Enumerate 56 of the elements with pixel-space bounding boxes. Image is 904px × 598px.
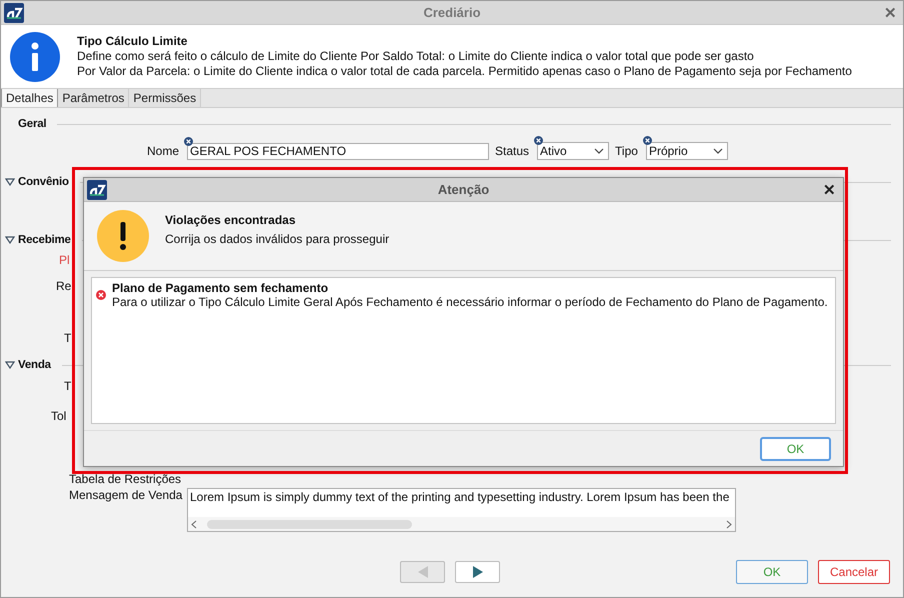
horizontal-scrollbar[interactable] <box>188 517 735 531</box>
field-label: Tol <box>51 409 66 423</box>
close-button[interactable]: ✕ <box>884 4 897 22</box>
next-button[interactable] <box>455 561 500 583</box>
dropdown-value: Próprio <box>648 144 688 158</box>
info-icon <box>10 32 60 82</box>
dropdown-value: Ativo <box>540 144 567 158</box>
tab[interactable]: Detalhes <box>1 89 58 107</box>
text-area[interactable]: Lorem Ipsum is simply dummy text of the printing and typesetting industry. Lorem Ipsum has been the <box>187 488 736 532</box>
expand-icon[interactable] <box>5 178 15 186</box>
triangle-right-icon <box>472 565 484 579</box>
dialog-title: Atenção <box>438 182 490 197</box>
chevron-down-icon <box>712 148 723 154</box>
ok-button[interactable]: OK <box>760 436 831 460</box>
field-label: T <box>64 379 72 393</box>
warning-icon <box>97 210 149 262</box>
dialog-message: Corrija os dados inválidos para prosseguir <box>165 232 390 246</box>
logo-icon <box>87 180 107 200</box>
dropdown[interactable]: Próprio <box>646 142 728 160</box>
field-label: Status <box>495 144 530 158</box>
logo-icon <box>4 2 24 22</box>
info-text: Define como será feito o cálculo de Limite do Cliente Por Saldo Total: o Limite do Cliente indica o valor total que pode ser gasto <box>77 49 755 64</box>
scroll-left-icon[interactable] <box>191 520 197 528</box>
tab[interactable]: Permissões <box>129 89 202 107</box>
text-area-value: Lorem Ipsum is simply dummy text of the printing and typesetting industry. Lorem Ipsum has been the <box>189 489 730 506</box>
info-title: Tipo Cálculo Limite <box>77 34 188 49</box>
dialog-heading: Violações encontradas <box>165 213 296 227</box>
field-label: Tipo <box>615 144 638 158</box>
close-button[interactable]: ✕ <box>823 180 836 198</box>
scroll-right-icon[interactable] <box>726 520 732 528</box>
triangle-left-icon <box>416 565 428 579</box>
field-label: T <box>64 331 72 345</box>
tab[interactable]: Parâmetros <box>58 89 130 107</box>
cancel-button[interactable]: Cancelar <box>818 560 890 584</box>
required-icon <box>642 136 652 145</box>
section-title: Venda <box>18 359 51 371</box>
info-text: Por Valor da Parcela: o Limite do Cliente indica o valor total de cada parcela. Permitido apenas caso o Plano de Pagamento seja por Fechamento <box>77 64 852 79</box>
error-icon <box>96 290 106 300</box>
field-label: Nome <box>147 144 180 158</box>
expand-icon[interactable] <box>5 361 15 369</box>
chevron-down-icon <box>594 148 604 154</box>
text-field[interactable]: GERAL POS FECHAMENTO <box>187 142 490 160</box>
section-title: Geral <box>18 118 46 130</box>
required-icon <box>184 136 194 146</box>
field-label: Tabela de Restrições <box>69 472 182 486</box>
violation-detail: Para o utilizar o Tipo Cálculo Limite Geral Após Fechamento é necessário informar o período de Fechamento do Plano de Pagamento. <box>112 295 829 309</box>
field-label: Pl <box>59 253 70 267</box>
dropdown[interactable]: Ativo <box>537 142 610 160</box>
field-label: Re <box>56 279 72 293</box>
window-title: Crediário <box>423 5 481 20</box>
section-title: Convênio <box>18 176 69 188</box>
section-title: Recebime <box>18 234 71 246</box>
field-label: Mensagem de Venda <box>69 488 182 502</box>
expand-icon[interactable] <box>5 236 15 244</box>
violation-title: Plano de Pagamento sem fechamento <box>112 281 330 295</box>
required-icon <box>534 136 544 145</box>
